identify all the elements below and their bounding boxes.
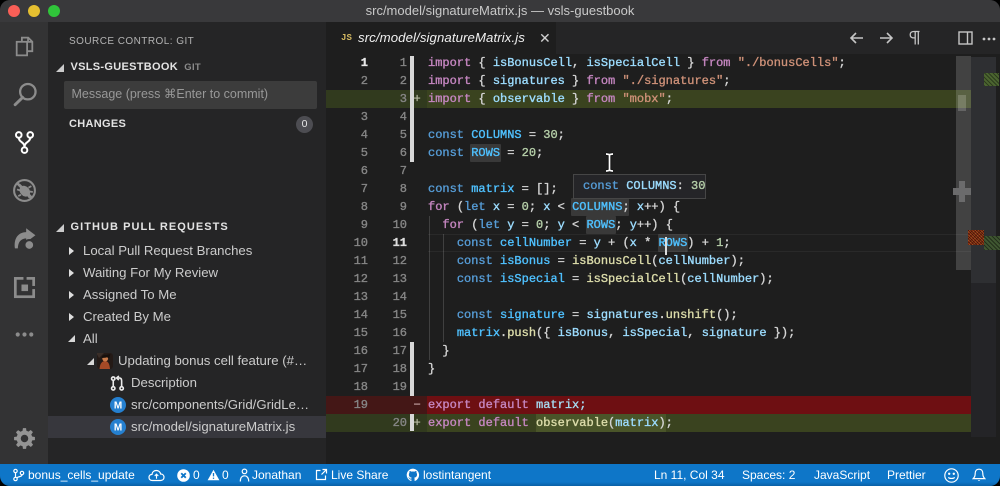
svg-text:M: M	[114, 423, 122, 434]
svg-text:M: M	[114, 401, 122, 412]
